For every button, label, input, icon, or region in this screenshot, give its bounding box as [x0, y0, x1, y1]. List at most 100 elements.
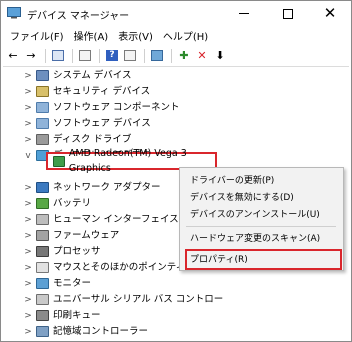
expand-chevron-icon[interactable]: > [23, 215, 33, 225]
expand-chevron-icon[interactable]: > [23, 119, 33, 129]
toolbar: ← → ? ✚ ✕ ⬇ [1, 45, 351, 66]
properties-toolbar-button[interactable] [77, 48, 93, 64]
tree-item[interactable]: > ディスク ドライブ [23, 132, 131, 147]
tree-item[interactable]: > モニター [23, 276, 91, 291]
expand-chevron-icon[interactable]: > [23, 247, 33, 257]
tree-item[interactable]: > 印刷キュー [23, 308, 101, 323]
window-title: デバイス マネージャー [27, 11, 130, 22]
tree-item[interactable]: > マウスとそのほかのポインティン [23, 260, 195, 275]
tree-item[interactable]: > システム デバイス [23, 68, 131, 83]
tree-item-label: ディスク ドライブ [53, 134, 132, 145]
print-queue-icon [36, 310, 49, 321]
expand-chevron-icon[interactable]: > [23, 135, 33, 145]
tree-item[interactable]: > ソフトウェア コンポーネント [23, 100, 180, 115]
expand-chevron-icon[interactable]: > [23, 199, 33, 209]
tree-item[interactable]: > プロセッサ [23, 244, 101, 259]
properties-icon [79, 50, 91, 61]
close-icon: ✕ [323, 4, 337, 22]
close-button[interactable]: ✕ [309, 1, 351, 26]
properties-highlight [185, 249, 342, 270]
show-hide-tree-button[interactable] [50, 48, 66, 64]
help-icon: ? [106, 50, 118, 61]
device-manager-icon [7, 7, 21, 19]
tree-item-label: ソフトウェア コンポーネント [53, 102, 180, 113]
help-button[interactable]: ? [104, 48, 120, 64]
security-devices-icon [36, 86, 49, 97]
forward-arrow-icon: → [26, 49, 36, 62]
toolbar-separator [45, 48, 46, 63]
update-driver-button[interactable]: ⬇ [212, 48, 228, 64]
expand-chevron-icon[interactable]: > [23, 279, 33, 289]
expand-chevron-icon[interactable]: > [23, 103, 33, 113]
minimize-button[interactable] [223, 1, 265, 26]
tree-item-label: セキュリティ デバイス [53, 86, 151, 97]
disk-drives-icon [36, 134, 49, 145]
tree-item[interactable]: > セキュリティ デバイス [23, 84, 150, 99]
tree-item[interactable]: > ソフトウェア デバイス [23, 116, 151, 131]
device-manager-window: デバイス マネージャー ✕ ファイル(F) 操作(A) 表示(V) ヘルプ(H)… [0, 0, 352, 342]
expand-chevron-icon[interactable]: > [23, 71, 33, 81]
maximize-icon [283, 8, 293, 19]
console-tree-icon [52, 50, 64, 61]
title-bar: デバイス マネージャー ✕ [1, 1, 351, 26]
back-arrow-icon: ← [8, 49, 18, 62]
toolbar-separator [72, 48, 73, 63]
minimize-icon [239, 13, 249, 14]
mouse-icon [36, 262, 49, 273]
forward-button[interactable]: → [23, 48, 39, 64]
system-devices-icon [36, 70, 49, 81]
toolbar-separator [99, 48, 100, 63]
expand-chevron-icon[interactable]: > [23, 183, 33, 193]
expand-chevron-icon[interactable]: > [23, 87, 33, 97]
expand-chevron-icon[interactable]: > [23, 263, 33, 273]
gpu-icon [53, 155, 65, 167]
tree-item-label: プロセッサ [53, 246, 101, 257]
network-adapters-icon [36, 182, 49, 193]
download-circle-icon: ⬇ [215, 49, 225, 62]
details-button[interactable] [122, 48, 138, 64]
tree-item-label: システム デバイス [53, 70, 132, 81]
scan-hardware-button[interactable]: ✚ [176, 48, 192, 64]
tree-item[interactable]: > ユニバーサル シリアル バス コントロー [23, 292, 223, 307]
maximize-button[interactable] [267, 1, 309, 26]
usb-icon [36, 294, 49, 305]
firmware-icon [36, 230, 49, 241]
tree-item[interactable]: > ファームウェア [23, 228, 119, 243]
add-driver-icon: ✚ [179, 49, 189, 62]
details-icon [124, 50, 136, 61]
tree-item[interactable]: > ネットワーク アダプター [23, 180, 161, 195]
menu-bar: ファイル(F) 操作(A) 表示(V) ヘルプ(H) [1, 26, 351, 45]
menu-update-driver[interactable]: ドライバーの更新(P) [190, 173, 274, 189]
monitor-icon [36, 278, 49, 289]
battery-icon [36, 198, 49, 209]
tree-item-label: マウスとそのほかのポインティン [53, 262, 195, 273]
tree-item[interactable]: > 記憶域コントローラー [23, 324, 148, 339]
menu-scan-hardware[interactable]: ハードウェア変更のスキャン(A) [190, 231, 320, 247]
tree-item-label: ソフトウェア デバイス [53, 118, 151, 129]
processor-icon [36, 246, 49, 257]
software-components-icon [36, 102, 49, 113]
tree-item[interactable]: > バッテリ [23, 196, 91, 211]
expand-chevron-icon[interactable]: > [23, 311, 33, 321]
uninstall-button[interactable]: ✕ [194, 48, 210, 64]
toolbar-separator [144, 48, 145, 63]
software-devices-icon [36, 118, 49, 129]
tree-item-label: ユニバーサル シリアル バス コントロー [53, 294, 224, 305]
uninstall-icon: ✕ [197, 49, 207, 62]
back-button[interactable]: ← [5, 48, 21, 64]
menu-file[interactable]: ファイル(F) [5, 28, 69, 43]
expand-chevron-icon[interactable]: > [23, 327, 33, 337]
expand-chevron-icon[interactable]: > [23, 295, 33, 305]
display-button[interactable] [149, 48, 165, 64]
menu-uninstall-device[interactable]: デバイスのアンインストール(U) [190, 207, 320, 223]
menu-disable-device[interactable]: デバイスを無効にする(D) [190, 190, 294, 206]
menu-view[interactable]: 表示(V) [113, 28, 158, 43]
menu-action[interactable]: 操作(A) [69, 28, 114, 43]
tree-item-label: 印刷キュー [53, 310, 101, 321]
monitor-icon [151, 50, 163, 61]
tree-item-label: モニター [53, 278, 92, 289]
expand-chevron-icon[interactable]: > [23, 231, 33, 241]
menu-help[interactable]: ヘルプ(H) [158, 28, 213, 43]
collapse-chevron-icon[interactable]: v [23, 151, 33, 161]
tree-item-label: バッテリ [53, 198, 92, 209]
